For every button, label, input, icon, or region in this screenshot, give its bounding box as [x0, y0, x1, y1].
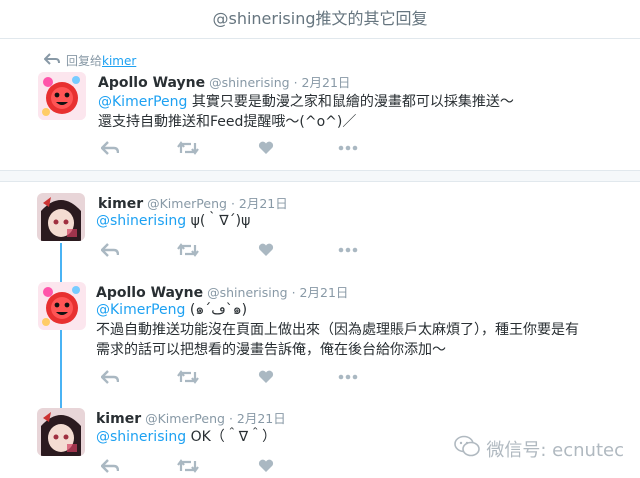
retweet-icon[interactable] [174, 456, 202, 476]
author-handle[interactable]: @shinerising [207, 285, 287, 300]
page-title: @shinerising推文的其它回复 [0, 0, 640, 39]
like-icon[interactable] [252, 138, 280, 158]
avatar[interactable] [37, 408, 85, 456]
retweet-icon[interactable] [174, 138, 202, 158]
avatar[interactable] [38, 282, 86, 330]
author-handle[interactable]: @KimerPeng [145, 411, 225, 426]
reply-icon[interactable] [96, 240, 124, 260]
tweet-text: @shinerising OK（＾∇＾） [96, 427, 276, 447]
tweet-author[interactable]: Apollo Wayne @shinerising · 2月21日 [96, 282, 348, 301]
more-icon[interactable] [334, 240, 362, 260]
reply-context: 回复给 kimer [43, 52, 136, 69]
reply-icon[interactable] [96, 367, 124, 387]
wechat-logo-icon [454, 435, 481, 462]
section-divider [0, 170, 640, 182]
tweet-author[interactable]: kimer @KimerPeng · 2月21日 [98, 193, 288, 212]
tweet-date[interactable]: · 2月21日 [292, 285, 349, 300]
tweet-text: @KimerPeng 其實只要是動漫之家和鼠繪的漫畫都可以採集推送～ 還支持自動推… [98, 92, 514, 132]
reply-target-link[interactable]: kimer [102, 54, 136, 68]
tweet-text-line: ψ(｀∇´)ψ [186, 213, 251, 229]
author-name[interactable]: kimer [96, 411, 141, 427]
retweet-icon[interactable] [174, 367, 202, 387]
tweet-text: @KimerPeng (๑´ڡ`๑) 不過自動推送功能沒在頁面上做出來（因為處理賬… [96, 300, 579, 360]
reply-context-prefix: 回复给 [66, 54, 103, 68]
tweet-text-line: OK（＾∇＾） [186, 429, 277, 445]
tweet-text-line: 不過自動推送功能沒在頁面上做出來（因為處理賬戶太麻煩了），種王你要是有 [96, 322, 579, 338]
tweet-author[interactable]: Apollo Wayne @shinerising · 2月21日 [98, 72, 350, 91]
author-name[interactable]: Apollo Wayne [98, 75, 205, 91]
like-icon[interactable] [252, 367, 280, 387]
watermark-text: 微信号: ecnutec [486, 439, 624, 461]
author-name[interactable]: kimer [98, 196, 143, 212]
retweet-icon[interactable] [174, 240, 202, 260]
tweet-date[interactable]: · 2月21日 [294, 75, 351, 90]
tweet-text-line: 需求的話可以把想看的漫畫告訴俺，俺在後台給你添加～ [96, 342, 446, 358]
author-name[interactable]: Apollo Wayne [96, 285, 203, 301]
mention-link[interactable]: @KimerPeng [96, 302, 185, 318]
avatar[interactable] [38, 72, 86, 120]
more-icon[interactable] [334, 138, 362, 158]
reply-arrow-icon [43, 53, 60, 68]
tweet-author[interactable]: kimer @KimerPeng · 2月21日 [96, 408, 286, 427]
wechat-watermark: 微信号: ecnutec [454, 435, 624, 462]
mention-link[interactable]: @shinerising [96, 429, 186, 445]
tweet-date[interactable]: · 2月21日 [229, 411, 286, 426]
avatar[interactable] [37, 193, 85, 241]
tweet-text-line: 其實只要是動漫之家和鼠繪的漫畫都可以採集推送～ [187, 94, 514, 110]
reply-icon[interactable] [96, 456, 124, 476]
tweet-text-line: 還支持自動推送和Feed提醒哦～(^o^)／ [98, 114, 357, 130]
tweet-actions [96, 240, 362, 260]
mention-link[interactable]: @shinerising [96, 213, 186, 229]
like-icon[interactable] [252, 456, 280, 476]
tweet-date[interactable]: · 2月21日 [231, 196, 288, 211]
tweet-actions [96, 138, 362, 158]
tweet-text-line: (๑´ڡ`๑) [185, 302, 248, 318]
tweet-text: @shinerising ψ(｀∇´)ψ [96, 211, 250, 231]
reply-icon[interactable] [96, 138, 124, 158]
more-icon[interactable] [334, 367, 362, 387]
like-icon[interactable] [252, 240, 280, 260]
author-handle[interactable]: @KimerPeng [147, 196, 227, 211]
tweet-actions [96, 367, 362, 387]
author-handle[interactable]: @shinerising [209, 75, 289, 90]
mention-link[interactable]: @KimerPeng [98, 94, 187, 110]
tweet-actions [96, 456, 280, 476]
